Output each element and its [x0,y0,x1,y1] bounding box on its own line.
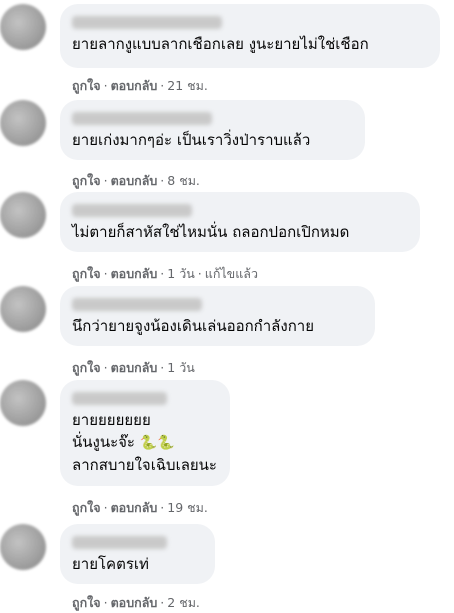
like-link[interactable]: ถูกใจ [72,78,101,93]
comment-bubble: นึกว่ายายจูงน้องเดินเล่นออกกำลังกาย [60,286,375,346]
comment-text: นั่นงูนะจ๊ะ 🐍🐍 [72,431,218,454]
avatar[interactable] [0,4,46,50]
timestamp[interactable]: 21 ชม. [167,78,208,93]
commenter-name[interactable] [72,204,192,217]
commenter-name[interactable] [72,298,202,311]
comment-actions: ถูกใจ · ตอบกลับ · 21 ชม. [72,78,208,93]
avatar[interactable] [0,380,46,426]
comment-text-line: นั่นงูนะจ๊ะ [72,433,135,451]
comment-text: นึกว่ายายจูงน้องเดินเล่นออกกำลังกาย [72,317,314,335]
comment-actions: ถูกใจ · ตอบกลับ · 19 ชม. [72,500,208,515]
avatar[interactable] [0,524,46,570]
like-link[interactable]: ถูกใจ [72,500,101,515]
like-link[interactable]: ถูกใจ [72,595,101,610]
edited-label[interactable]: แก้ไขแล้ว [205,266,258,281]
comment-actions: ถูกใจ · ตอบกลับ · 1 วัน · แก้ไขแล้ว [72,266,258,281]
avatar[interactable] [0,286,46,332]
comment-text: ยายลากงูแบบลากเชือกเลย งูนะยายไม่ใช่เชือ… [72,35,369,53]
reply-link[interactable]: ตอบกลับ [111,78,158,93]
comment-text: ยายยยยยยย [72,411,151,429]
comment-actions: ถูกใจ · ตอบกลับ · 2 ชม. [72,595,200,610]
commenter-name[interactable] [72,536,167,549]
timestamp[interactable]: 8 ชม. [167,173,200,188]
reply-link[interactable]: ตอบกลับ [111,595,158,610]
comment-actions: ถูกใจ · ตอบกลับ · 8 ชม. [72,173,200,188]
like-link[interactable]: ถูกใจ [72,360,101,375]
comment-bubble: ยายเก่งมากๆอ่ะ เป็นเราวิ่งป่าราบแล้ว [60,100,365,160]
reply-link[interactable]: ตอบกลับ [111,500,158,515]
avatar[interactable] [0,192,46,238]
comment-bubble: ยายโคตรเท่ [60,524,215,584]
snake-emoji-icon: 🐍🐍 [139,435,175,451]
avatar[interactable] [0,100,46,146]
comment-bubble: ยายลากงูแบบลากเชือกเลย งูนะยายไม่ใช่เชือ… [60,4,440,68]
timestamp[interactable]: 1 วัน [167,266,195,281]
commenter-name[interactable] [72,16,222,29]
timestamp[interactable]: 1 วัน [167,360,195,375]
comment-text: ไม่ตายก็สาหัสใช่ไหมนั่น ถลอกปอกเปิกหมด [72,223,350,241]
timestamp[interactable]: 2 ชม. [167,595,200,610]
like-link[interactable]: ถูกใจ [72,173,101,188]
commenter-name[interactable] [72,392,167,405]
timestamp[interactable]: 19 ชม. [167,500,208,515]
like-link[interactable]: ถูกใจ [72,266,101,281]
comment-text: ยายเก่งมากๆอ่ะ เป็นเราวิ่งป่าราบแล้ว [72,131,311,149]
comment-text: ยายโคตรเท่ [72,555,149,573]
comment-text: ลากสบายใจเฉิบเลยนะ [72,456,217,474]
reply-link[interactable]: ตอบกลับ [111,266,158,281]
comment-actions: ถูกใจ · ตอบกลับ · 1 วัน [72,360,195,375]
comment-bubble: ยายยยยยยย นั่นงูนะจ๊ะ 🐍🐍 ลากสบายใจเฉิบเล… [60,380,230,486]
reply-link[interactable]: ตอบกลับ [111,360,158,375]
commenter-name[interactable] [72,112,212,125]
comment-bubble: ไม่ตายก็สาหัสใช่ไหมนั่น ถลอกปอกเปิกหมด [60,192,420,252]
reply-link[interactable]: ตอบกลับ [111,173,158,188]
